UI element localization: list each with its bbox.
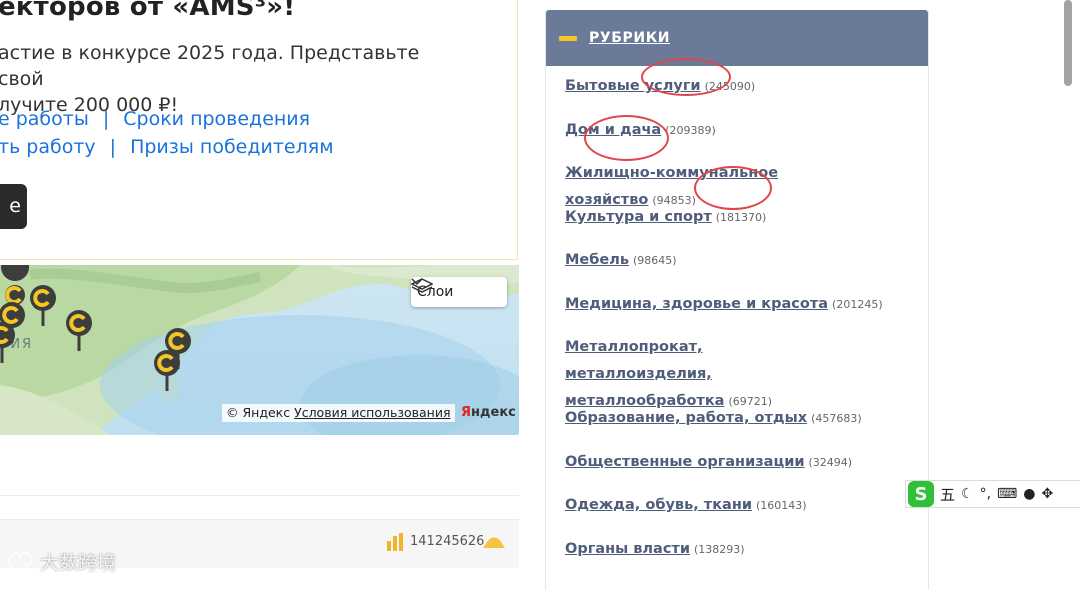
rubric-item: Общественные организации (32494) [565, 449, 895, 476]
yandex-map[interactable]: ЗИЯ Слои © Яндекс Условия использования … [0, 265, 519, 435]
ime-mode-toggle[interactable]: 五 [940, 484, 955, 505]
ime-punctuation-toggle[interactable]: °, [980, 486, 991, 502]
chevron-down-icon [411, 278, 423, 286]
map-marker-icon[interactable] [154, 350, 180, 391]
link-separator: | [102, 108, 110, 130]
rubric-link[interactable]: Культура и спорт [565, 209, 712, 225]
rubric-count: (209389) [665, 124, 716, 137]
grid-icon[interactable]: ✥ [1041, 486, 1053, 502]
watermark-text: 大数跨境 [40, 552, 117, 574]
yandex-logo-rest: ндекс [471, 405, 516, 420]
rubric-item: Металлопрокат, металлоизделия, металлооб… [565, 334, 840, 415]
collapse-icon[interactable] [559, 36, 577, 41]
rubric-link[interactable]: Общественные организации [565, 454, 805, 470]
promo-links-row-2: ть работу | Призы победителям [0, 136, 334, 158]
rubric-item: Органы власти (138293) [565, 536, 895, 563]
rubric-item: Образование, работа, отдых (457683) [565, 405, 895, 432]
rubric-count: (457683) [811, 412, 862, 425]
rubric-item: Мебель (98645) [565, 247, 895, 274]
user-icon[interactable]: ● [1023, 486, 1035, 502]
moon-icon[interactable]: ☾ [961, 486, 974, 502]
rubric-item: Одежда, обувь, ткани (160143) [565, 492, 895, 519]
contest-promo-card: екторов от «AMS³»! астие в конкурсе 2025… [0, 0, 518, 260]
rubrics-header[interactable]: РУБРИКИ [546, 10, 928, 66]
rubric-link[interactable]: Металлопрокат, металлоизделия, металлооб… [565, 339, 724, 409]
page-scrollbar-thumb[interactable] [1064, 0, 1072, 86]
promo-title: екторов от «AMS³»! [0, 0, 296, 22]
bar-chart-icon [387, 533, 403, 551]
watermark: 大数跨境 [6, 548, 116, 575]
link-submit-work[interactable]: ть работу [0, 136, 96, 158]
visits-counter: 141245626 [410, 534, 485, 549]
rubric-item: Медицина, здоровье и красота (201245) [565, 291, 895, 318]
link-prizes[interactable]: Призы победителям [130, 136, 333, 158]
map-terms-link[interactable]: Условия использования [294, 405, 450, 420]
promo-description: астие в конкурсе 2025 года. Представьте … [0, 42, 420, 116]
map-copyright: © Яндекс Условия использования [222, 404, 455, 422]
map-marker-icon[interactable] [66, 310, 92, 351]
rubrics-panel: РУБРИКИ Бытовые услуги (245090) Дом и дач… [545, 10, 929, 590]
ime-toolbar[interactable]: S 五 ☾ °, ⌨ ● ✥ [905, 480, 1080, 508]
link-requirements[interactable]: е работы [0, 108, 89, 130]
annotation-circle [694, 166, 772, 210]
rubric-count: (201245) [832, 298, 883, 311]
ime-logo-icon[interactable]: S [908, 481, 934, 507]
rubrics-title[interactable]: РУБРИКИ [589, 30, 670, 46]
rubric-count: (32494) [808, 456, 853, 469]
rubric-link[interactable]: Одежда, обувь, ткани [565, 497, 752, 513]
map-layers-button[interactable]: Слои [411, 277, 507, 307]
yandex-logo[interactable]: Яндекс [461, 404, 516, 422]
promo-links-row-1: е работы | Сроки проведения [0, 108, 310, 130]
rubric-count: (181370) [715, 211, 767, 224]
participate-button[interactable]: е [0, 184, 27, 229]
rubric-count: (98645) [633, 254, 677, 267]
rubric-count: (160143) [756, 499, 807, 512]
annotation-circle [584, 115, 669, 161]
rubric-link[interactable]: Мебель [565, 252, 629, 268]
yandex-logo-letter: Я [461, 405, 472, 420]
section-divider [0, 495, 519, 496]
keyboard-icon[interactable]: ⌨ [997, 486, 1017, 502]
map-copyright-text: © Яндекс [226, 405, 291, 420]
annotation-circle [641, 58, 731, 96]
watermark-logo-icon [8, 551, 34, 569]
rubric-link[interactable]: Образование, работа, отдых [565, 410, 807, 426]
hat-icon [483, 537, 505, 548]
link-separator: | [109, 136, 117, 158]
rubric-link[interactable]: Медицина, здоровье и красота [565, 296, 828, 312]
rubric-count: (138293) [694, 543, 745, 556]
rubric-link[interactable]: Органы власти [565, 541, 690, 557]
link-schedule[interactable]: Сроки проведения [123, 108, 310, 130]
map-marker-icon[interactable] [30, 285, 56, 326]
